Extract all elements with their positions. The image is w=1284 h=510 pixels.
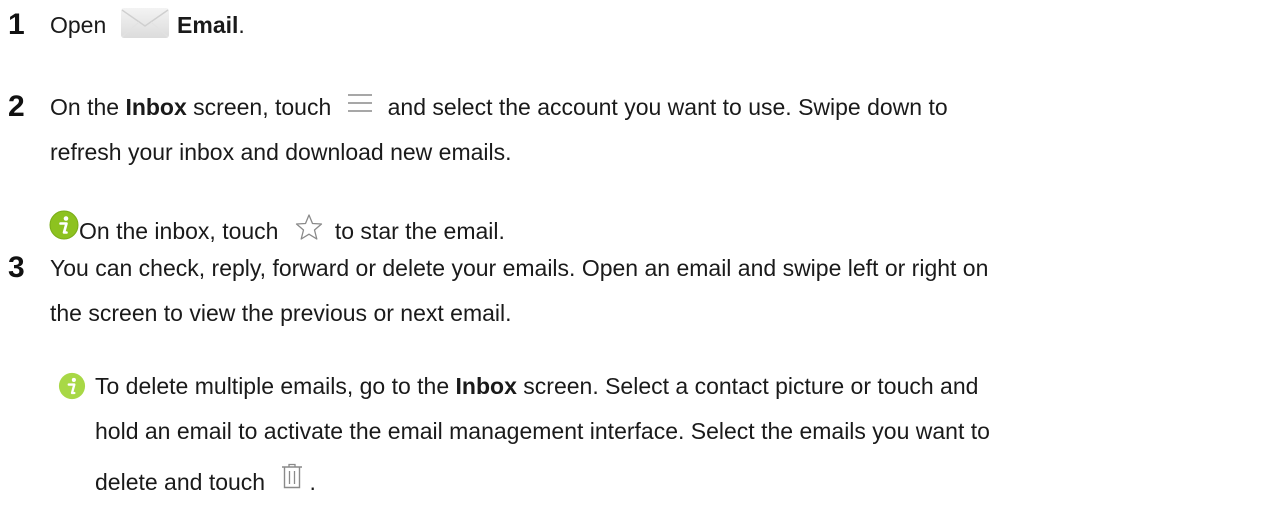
- note-2-line-1: To delete multiple emails, go to the Inb…: [95, 365, 978, 407]
- step-1-text: Open Email.: [50, 4, 245, 46]
- note-2-text-d: .: [309, 469, 316, 495]
- note-1-text-a: On the inbox, touch: [79, 218, 279, 244]
- step-number: 3: [8, 251, 25, 284]
- step-3-line-1: You can check, reply, forward or delete …: [50, 255, 989, 281]
- note-1-text-b: to star the email.: [334, 218, 505, 244]
- instruction-document: 1 Open Email. 2 On the Inbox screen, tou…: [0, 0, 1284, 510]
- info-icon: [49, 210, 79, 240]
- step-2-text-c: and select the account you want to use. …: [387, 94, 948, 120]
- star-icon: [295, 214, 323, 240]
- inbox-label: Inbox: [455, 373, 517, 399]
- step-2-line-2: refresh your inbox and download new emai…: [50, 139, 512, 165]
- step-number: 2: [8, 90, 25, 123]
- note-2-text-c: delete and touch: [95, 469, 266, 495]
- note-2-text-b: screen. Select a contact picture or touc…: [516, 373, 979, 399]
- email-app-icon: [120, 7, 169, 38]
- trash-icon: [282, 463, 303, 489]
- step-3-line-2: the screen to view the previous or next …: [50, 300, 512, 326]
- inbox-label: Inbox: [125, 94, 187, 120]
- step-2-line-1: On the Inbox screen, touch and select th…: [50, 86, 948, 128]
- step-1-suffix: .: [238, 12, 245, 38]
- step-number: 1: [8, 8, 25, 41]
- note-2-line-2: hold an email to activate the email mana…: [95, 418, 990, 444]
- info-icon: [58, 372, 86, 400]
- note-2-line-3: delete and touch .: [95, 461, 316, 503]
- step-1-prefix: Open: [50, 12, 107, 38]
- menu-icon: [347, 94, 372, 112]
- email-app-name: Email: [177, 12, 239, 38]
- note-1-text: On the inbox, touch to star the email.: [79, 210, 505, 252]
- step-2-text-b: screen, touch: [186, 94, 332, 120]
- step-2-text-a: On the: [50, 94, 126, 120]
- note-2-text-a: To delete multiple emails, go to the: [95, 373, 456, 399]
